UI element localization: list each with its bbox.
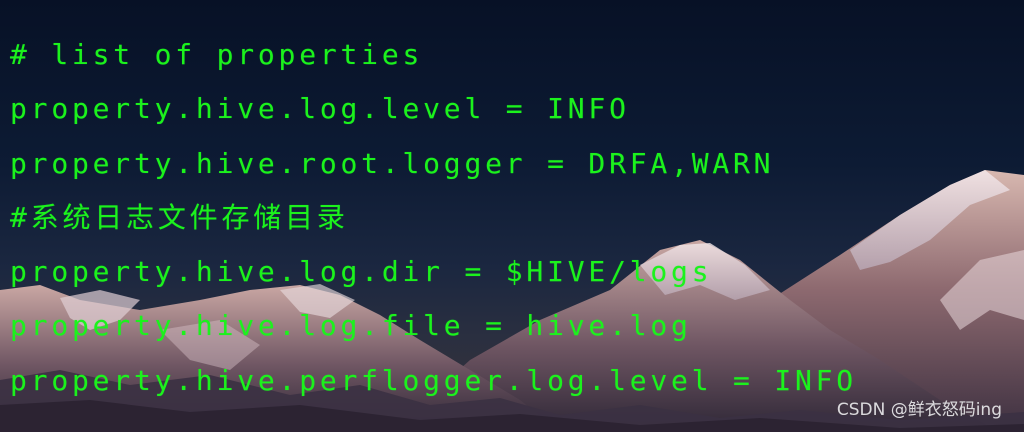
csdn-watermark: CSDN @鲜衣怒码ing	[836, 400, 1002, 420]
code-line-comment-log-dir: #系统日志文件存储目录	[10, 200, 349, 234]
code-screenshot: # list of properties property.hive.log.le…	[0, 0, 1024, 432]
code-line-root-logger: property.hive.root.logger = DRFA,WARN	[10, 146, 775, 180]
code-block: # list of properties property.hive.log.le…	[10, 28, 857, 408]
code-line-log-dir: property.hive.log.dir = $HIVE/logs	[10, 255, 713, 289]
code-line-perflogger-level: property.hive.perflogger.log.level = INF…	[10, 363, 857, 397]
code-line-log-level: property.hive.log.level = INFO	[10, 92, 630, 126]
code-line-log-file: property.hive.log.file = hive.log	[10, 309, 692, 343]
code-line-comment-list: # list of properties	[10, 38, 424, 71]
